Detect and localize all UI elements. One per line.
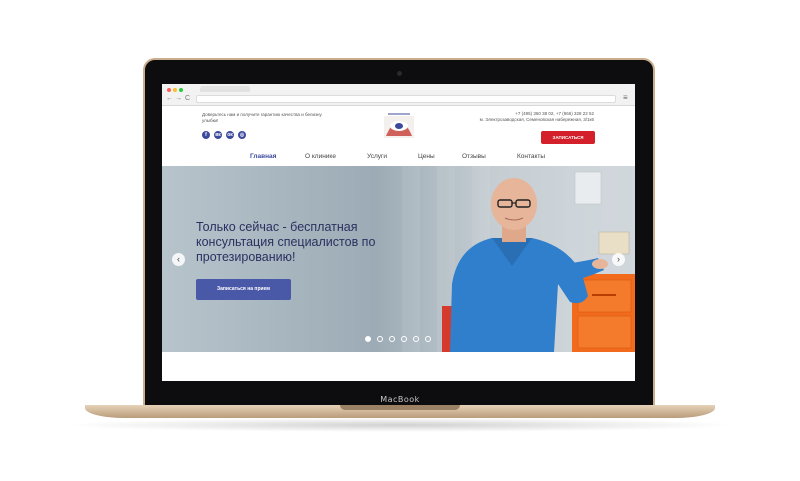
hero-signup-button[interactable]: Записаться на прием	[196, 279, 291, 300]
slide-dot[interactable]	[389, 336, 395, 342]
main-nav: Главная О клинике Услуги Цены Отзывы Кон…	[162, 151, 635, 165]
facebook-icon[interactable]: f	[202, 131, 210, 139]
back-icon[interactable]: ←	[166, 95, 173, 102]
slide-dot[interactable]	[365, 336, 371, 342]
odnoklassniki-icon[interactable]: ок	[226, 131, 234, 139]
slide-dot[interactable]	[377, 336, 383, 342]
instagram-icon[interactable]: ◎	[238, 131, 246, 139]
laptop-brand-label: MacBook	[380, 395, 420, 404]
forward-icon[interactable]: →	[175, 95, 182, 102]
slide-dot[interactable]	[425, 336, 431, 342]
clinic-address: м. Электрозаводская, Семеновская набереж…	[479, 117, 594, 122]
browser-screen: ← → C ≡ Доверьтесь нам и получите гарант…	[162, 84, 635, 381]
nav-item-reviews[interactable]: Отзывы	[462, 151, 486, 163]
browser-tab[interactable]	[200, 86, 250, 92]
close-window-icon[interactable]	[167, 88, 171, 92]
hero-slider: Только сейчас - бесплатная консультация …	[162, 166, 635, 352]
nav-item-prices[interactable]: Цены	[418, 151, 435, 163]
header-tagline: Доверьтесь нам и получите гарантию качес…	[202, 112, 322, 123]
signup-button[interactable]: ЗАПИСАТЬСЯ	[541, 131, 595, 144]
nav-item-contacts[interactable]: Контакты	[517, 151, 545, 163]
vk-icon[interactable]: вк	[214, 131, 222, 139]
nav-item-about[interactable]: О клинике	[305, 151, 336, 163]
laptop-frame: MacBook ← → C ≡ Доверьтесь нам и получит…	[0, 0, 800, 481]
laptop-shadow	[60, 418, 740, 432]
hero-title: Только сейчас - бесплатная консультация …	[196, 220, 376, 264]
nav-item-services[interactable]: Услуги	[367, 151, 387, 163]
prev-slide-icon[interactable]: ‹	[172, 253, 185, 266]
nav-item-home[interactable]: Главная	[250, 151, 276, 163]
maximize-window-icon[interactable]	[179, 88, 183, 92]
background-stripe	[402, 166, 420, 352]
browser-menu-icon[interactable]: ≡	[623, 94, 628, 102]
slide-dot[interactable]	[413, 336, 419, 342]
clinic-logo[interactable]	[382, 110, 416, 140]
header-contacts: +7 (495) 360 38 02, +7 (966) 328 22 52 м…	[432, 111, 594, 123]
reload-icon[interactable]: C	[185, 95, 190, 102]
slide-dot[interactable]	[401, 336, 407, 342]
camera-icon	[397, 71, 402, 76]
laptop-notch	[340, 405, 460, 410]
doctor-photo	[442, 166, 635, 352]
minimize-window-icon[interactable]	[173, 88, 177, 92]
browser-chrome: ← → C ≡	[162, 84, 635, 106]
address-bar[interactable]	[196, 95, 616, 103]
next-slide-icon[interactable]: ›	[612, 253, 625, 266]
